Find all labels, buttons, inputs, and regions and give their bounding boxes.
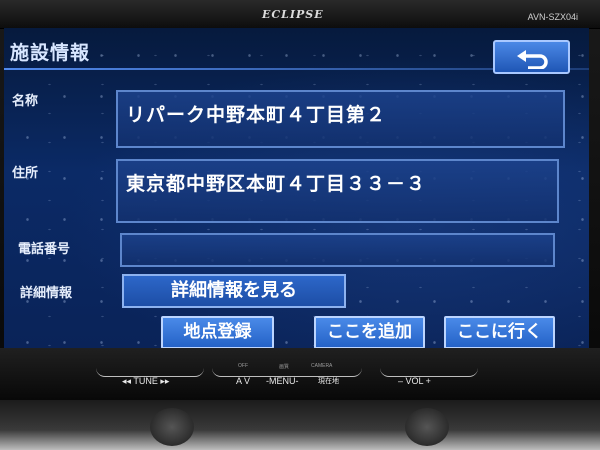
mount-base	[0, 400, 600, 450]
hardware-control-strip: OFF 画質 CAMERA ◂◂ TUNE ▸▸ A V -MENU- 現在地 …	[0, 348, 600, 400]
detail-label: 詳細情報	[20, 286, 73, 301]
navigation-screen: 施設情報 名称 リパーク中野本町４丁目第２ 住所 東京都中野区本町４丁目３３－３…	[4, 28, 589, 348]
name-label: 名称	[12, 94, 39, 109]
go-here-button[interactable]: ここに行く	[444, 316, 555, 348]
mount-foot-left	[150, 408, 194, 446]
av-button[interactable]: A V	[236, 376, 250, 386]
address-field: 東京都中野区本町４丁目３３－３	[116, 159, 559, 223]
back-button[interactable]	[493, 40, 570, 74]
current-location-button[interactable]: 現在地	[318, 376, 339, 386]
tune-button[interactable]: ◂◂ TUNE ▸▸	[122, 376, 169, 387]
add-here-button[interactable]: ここを追加	[314, 316, 425, 348]
return-arrow-icon	[517, 50, 548, 69]
model-label: AVN-SZX04i	[527, 12, 578, 22]
address-label: 住所	[12, 166, 39, 181]
bezel-top: ECLIPSE AVN-SZX04i	[0, 0, 600, 29]
menu-button[interactable]: -MENU-	[266, 376, 299, 386]
page-title: 施設情報	[10, 42, 91, 64]
phone-label: 電話番号	[18, 242, 71, 257]
brand-logo: ECLIPSE	[262, 8, 324, 21]
view-details-button[interactable]: 詳細情報を見る	[122, 274, 346, 308]
name-field: リパーク中野本町４丁目第２	[116, 90, 565, 148]
register-location-button[interactable]: 地点登録	[161, 316, 274, 348]
mount-foot-right	[405, 408, 449, 446]
phone-field	[120, 233, 555, 267]
volume-button[interactable]: – VOL +	[398, 376, 431, 386]
